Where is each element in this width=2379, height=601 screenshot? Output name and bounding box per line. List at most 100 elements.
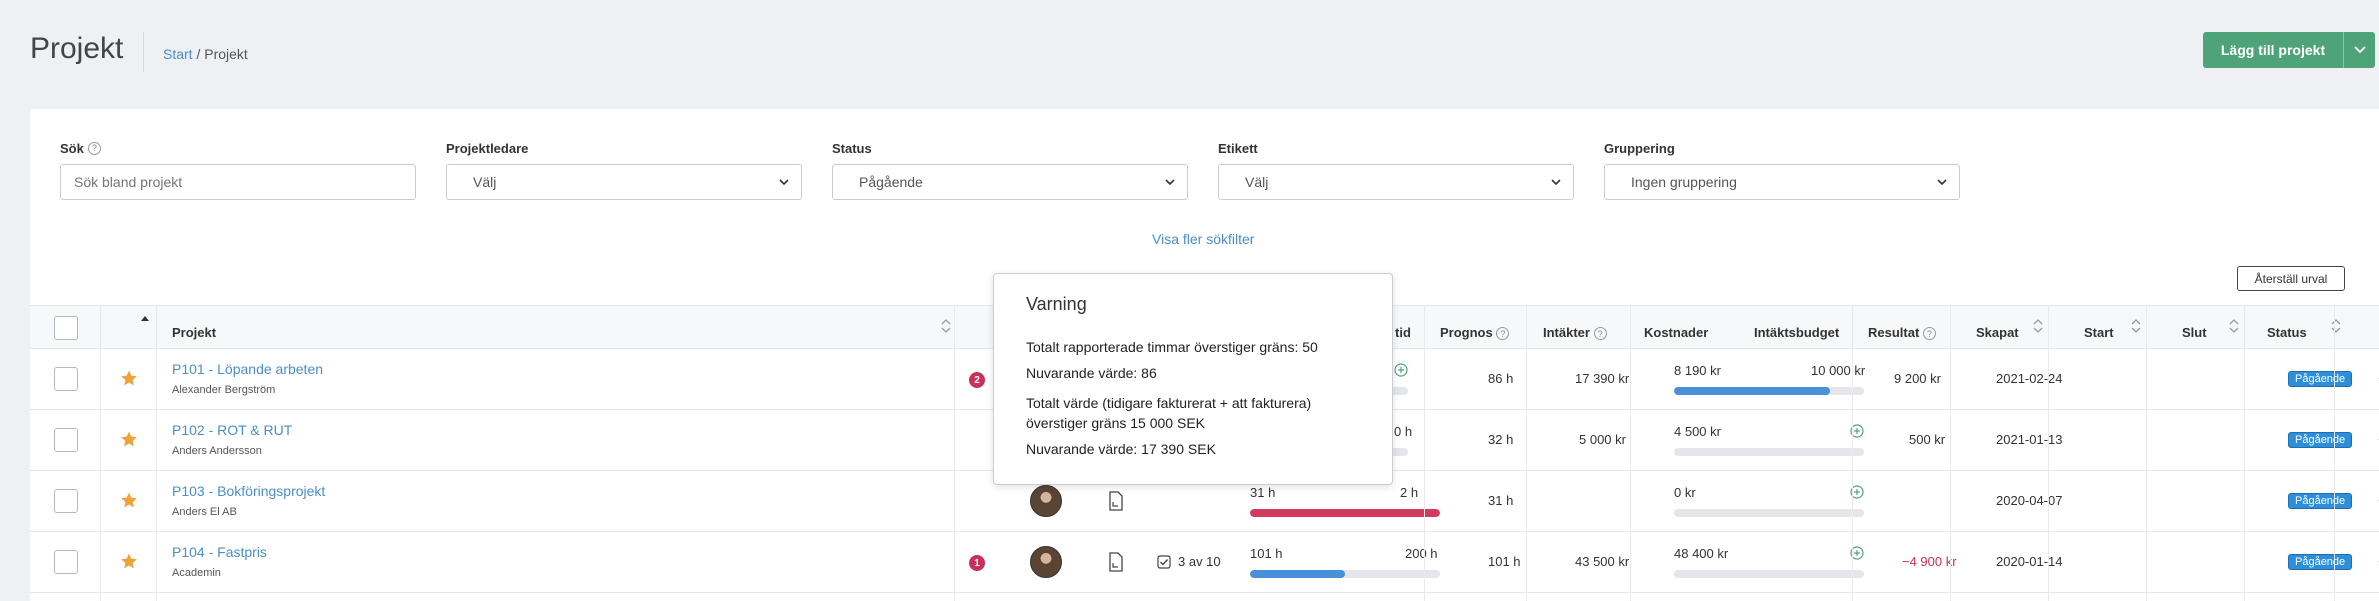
breadcrumb: Start / Projekt — [163, 46, 248, 62]
breadcrumb-current: Projekt — [204, 46, 248, 62]
column-forecast[interactable]: Prognos ? — [1440, 306, 1510, 350]
time-right-value: 200 h — [1405, 546, 1438, 561]
status-select-value: Pågående — [859, 174, 923, 190]
project-name-link[interactable]: P101 - Löpande arbeten — [172, 361, 323, 377]
cost-bar — [1674, 509, 1864, 517]
column-income-budget[interactable]: Intäktsbudget — [1754, 306, 1839, 350]
help-icon[interactable]: ? — [1593, 327, 1607, 340]
breadcrumb-home-link[interactable]: Start — [163, 46, 193, 62]
star-icon[interactable] — [120, 491, 138, 509]
tooltip-title: Varning — [1026, 294, 1087, 314]
search-input[interactable] — [60, 164, 416, 200]
cost-bar — [1674, 570, 1864, 578]
status-badge: Pågående — [2288, 371, 2353, 387]
status-badge: Pågående — [2288, 554, 2353, 570]
column-status[interactable]: Status — [2267, 306, 2307, 350]
status-select[interactable]: Pågående — [832, 164, 1188, 200]
chevron-down-icon — [1551, 179, 1561, 186]
time-bar-fill — [1250, 570, 1345, 578]
project-name-link[interactable]: P104 - Fastpris — [172, 544, 267, 560]
sort-asc-icon[interactable] — [140, 314, 150, 322]
project-name-link[interactable]: P102 - ROT & RUT — [172, 422, 292, 438]
forecast-value: 101 h — [1488, 554, 1521, 569]
project-client: Academin — [172, 567, 221, 579]
warning-tooltip: Varning Totalt rapporterade timmar övers… — [993, 273, 1393, 485]
more-filters-link[interactable]: Visa fler sökfilter — [1152, 231, 1254, 247]
document-icon[interactable] — [1108, 552, 1124, 572]
projects-page: Projekt Start / Projekt Lägg till projek… — [0, 0, 2379, 601]
column-divider — [2334, 305, 2335, 601]
avatar[interactable] — [1030, 485, 1062, 517]
help-icon[interactable]: ? — [87, 141, 101, 155]
chevron-down-icon — [2353, 46, 2366, 54]
result-value: 500 kr — [1909, 432, 1946, 447]
row-checkbox[interactable] — [54, 489, 78, 513]
column-time[interactable]: tid — [1395, 306, 1411, 350]
sort-icon[interactable] — [941, 318, 951, 334]
reset-filters-button[interactable]: Återställ urval — [2237, 266, 2345, 291]
status-label: Status — [832, 140, 872, 156]
add-project-label: Lägg till projekt — [2220, 42, 2326, 58]
cost-value: 48 400 kr — [1674, 546, 1729, 561]
project-name-link[interactable]: P103 - Bokföringsprojekt — [172, 483, 325, 499]
star-icon[interactable] — [120, 552, 138, 570]
column-costs[interactable]: Kostnader — [1644, 306, 1708, 350]
sort-icon[interactable] — [2331, 318, 2341, 334]
tag-label: Etikett — [1218, 140, 1258, 156]
cost-value: 4 500 kr — [1674, 424, 1721, 439]
row-checkbox[interactable] — [54, 428, 78, 452]
time-bar — [1250, 570, 1440, 578]
star-icon[interactable] — [120, 369, 138, 387]
column-project[interactable]: Projekt — [172, 306, 216, 350]
tooltip-value-limit: Totalt värde (tidigare fakturerat + att … — [1026, 395, 1312, 431]
column-divider — [100, 305, 101, 601]
manager-select-value: Välj — [473, 174, 497, 190]
tag-select[interactable]: Välj — [1218, 164, 1574, 200]
column-end[interactable]: Slut — [2182, 306, 2207, 350]
result-value: 9 200 kr — [1894, 371, 1941, 386]
column-divider — [156, 305, 157, 601]
search-label: Sök — [60, 140, 84, 156]
manager-select[interactable]: Välj — [446, 164, 802, 200]
sort-icon[interactable] — [2033, 318, 2043, 334]
created-date: 2020-01-14 — [1996, 554, 2063, 569]
created-date: 2021-02-24 — [1996, 371, 2063, 386]
column-start[interactable]: Start — [2084, 306, 2114, 350]
budget-value: 10 000 kr — [1811, 363, 1866, 378]
add-project-button[interactable]: Lägg till projekt — [2203, 32, 2375, 68]
sort-icon[interactable] — [2131, 318, 2141, 334]
row-checkbox[interactable] — [54, 550, 78, 574]
document-icon[interactable] — [1108, 491, 1124, 511]
tasks-count: 3 av 10 — [1178, 554, 1221, 569]
help-icon[interactable]: ? — [1496, 327, 1510, 340]
add-circle-icon[interactable] — [1394, 363, 1408, 377]
row-checkbox[interactable] — [54, 367, 78, 391]
created-date: 2021-01-13 — [1996, 432, 2063, 447]
warning-badge[interactable]: 1 — [969, 555, 985, 571]
add-project-dropdown-toggle[interactable] — [2343, 32, 2375, 68]
income-value: 43 500 kr — [1575, 554, 1630, 569]
column-divider — [2146, 305, 2147, 601]
column-divider — [1424, 305, 1425, 601]
project-client: Alexander Bergström — [172, 384, 276, 396]
sort-icon[interactable] — [2229, 318, 2239, 334]
grouping-select-value: Ingen gruppering — [1631, 174, 1737, 190]
income-label: Intäkter — [1543, 325, 1590, 340]
grouping-select[interactable]: Ingen gruppering — [1604, 164, 1960, 200]
star-icon[interactable] — [120, 430, 138, 448]
column-result[interactable]: Resultat ? — [1868, 306, 1936, 350]
column-divider — [1852, 305, 1853, 601]
time-left-value: 101 h — [1250, 546, 1283, 561]
select-all-checkbox[interactable] — [54, 316, 78, 340]
column-created[interactable]: Skapat — [1976, 306, 2019, 350]
column-income[interactable]: Intäkter ? — [1543, 306, 1607, 350]
column-divider — [1526, 305, 1527, 601]
breadcrumb-separator: / — [196, 46, 201, 62]
result-value: −4 900 kr — [1902, 554, 1957, 569]
cost-bar-fill — [1674, 387, 1830, 395]
chevron-down-icon — [1165, 179, 1175, 186]
warning-badge[interactable]: 2 — [969, 372, 985, 388]
help-icon[interactable]: ? — [1922, 327, 1936, 340]
avatar[interactable] — [1030, 546, 1062, 578]
table-row[interactable]: P104 - Fastpris Academin 1 3 av 10 101 h… — [30, 532, 2379, 593]
